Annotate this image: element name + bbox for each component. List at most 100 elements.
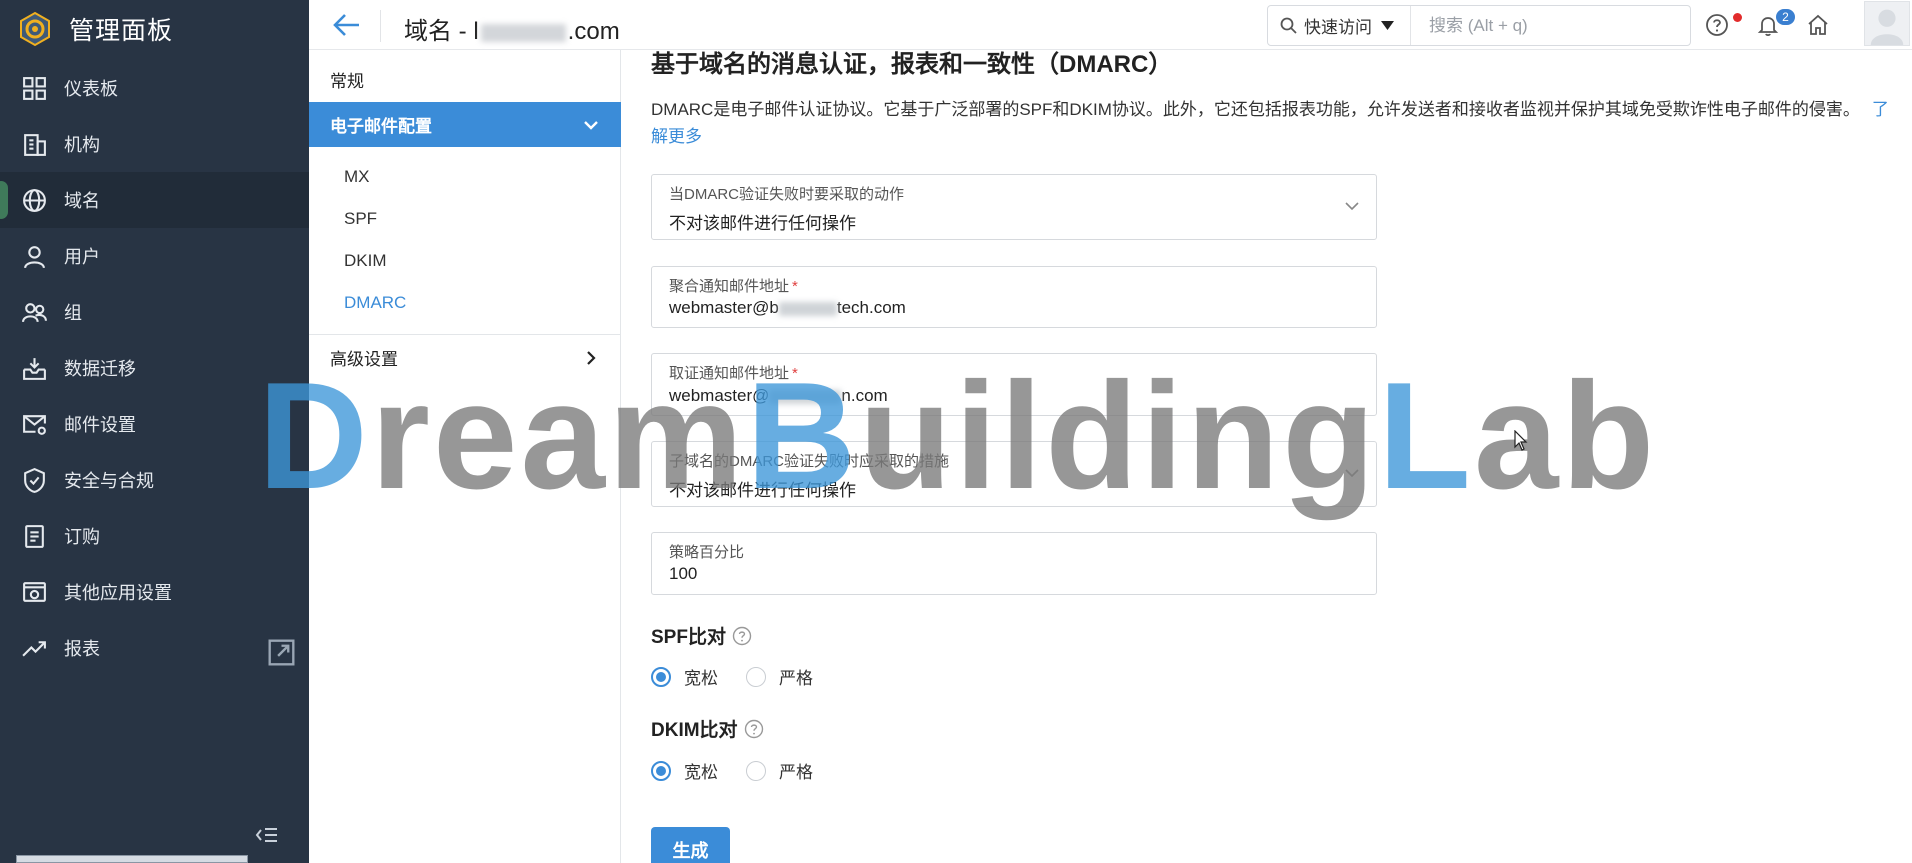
policy-percentage-field[interactable]: 策略百分比 100 bbox=[651, 532, 1377, 595]
chevron-down-icon bbox=[1345, 202, 1359, 211]
dkim-strict-radio[interactable]: 严格 bbox=[746, 758, 813, 783]
help-icon[interactable] bbox=[732, 626, 752, 646]
back-arrow-icon[interactable] bbox=[333, 12, 361, 38]
section-title-text: SPF比对 bbox=[651, 627, 726, 648]
menu-item-label: 电子邮件配置 bbox=[330, 117, 432, 136]
admin-sidebar: 管理面板 仪表板 机构 域名 用户 组 数据迁移 邮件设置 安全与合规 订购 其… bbox=[0, 0, 309, 863]
radio-button[interactable] bbox=[746, 760, 766, 781]
radio-button[interactable] bbox=[651, 760, 671, 781]
trend-icon bbox=[22, 640, 46, 657]
quick-access-label: 快速访问 bbox=[1304, 18, 1372, 37]
menu-sub-dkim[interactable]: DKIM bbox=[344, 251, 387, 271]
redacted-domain bbox=[480, 23, 566, 42]
dmarc-panel: 基于域名的消息认证，报表和一致性（DMARC） DMARC是电子邮件认证协议。它… bbox=[622, 50, 1912, 863]
dmarc-heading: 基于域名的消息认证，报表和一致性（DMARC） bbox=[651, 51, 1173, 78]
required-asterisk: * bbox=[792, 365, 798, 382]
required-asterisk: * bbox=[792, 278, 798, 295]
page-title-domain-end: .com bbox=[567, 18, 620, 45]
sidebar-item-security[interactable]: 安全与合规 bbox=[0, 452, 309, 508]
field-label: 聚合通知邮件地址 * bbox=[669, 275, 798, 296]
sidebar-item-label: 域名 bbox=[64, 191, 100, 211]
sidebar-item-subscription[interactable]: 订购 bbox=[0, 508, 309, 564]
page-title-prefix: 域名 - bbox=[404, 18, 474, 45]
help-icon[interactable] bbox=[1705, 13, 1729, 37]
menu-item-advanced[interactable]: 高级设置 bbox=[309, 335, 621, 380]
radio-label: 严格 bbox=[779, 669, 813, 688]
menu-item-label: 常规 bbox=[330, 72, 364, 91]
sidebar-item-organization[interactable]: 机构 bbox=[0, 116, 309, 172]
spf-relaxed-radio[interactable]: 宽松 bbox=[651, 664, 718, 689]
taskbar-strip bbox=[16, 855, 248, 863]
radio-label: 宽松 bbox=[684, 763, 718, 782]
search-icon bbox=[1280, 17, 1297, 34]
field-label: 取证通知邮件地址 * bbox=[669, 362, 798, 383]
search-input[interactable] bbox=[1411, 15, 1661, 36]
sidebar-item-mail-settings[interactable]: 邮件设置 bbox=[0, 396, 309, 452]
radio-label: 宽松 bbox=[684, 669, 718, 688]
shield-icon bbox=[24, 467, 45, 493]
sidebar-item-data-migration[interactable]: 数据迁移 bbox=[0, 340, 309, 396]
radio-button[interactable] bbox=[651, 666, 671, 687]
default-avatar-icon bbox=[1870, 9, 1904, 45]
chevron-down-icon bbox=[584, 121, 598, 130]
sidebar-item-label: 订购 bbox=[64, 527, 100, 547]
radio-button[interactable] bbox=[746, 666, 766, 687]
notification-count-badge: 2 bbox=[1776, 9, 1795, 25]
radio-label: 严格 bbox=[779, 763, 813, 782]
document-icon bbox=[25, 524, 44, 548]
menu-sub-dmarc[interactable]: DMARC bbox=[344, 293, 406, 313]
redacted-text bbox=[778, 301, 837, 316]
sidebar-item-users[interactable]: 用户 bbox=[0, 228, 309, 284]
domain-settings-menu: 常规 电子邮件配置 MX SPF DKIM DMARC 高级设置 bbox=[309, 50, 621, 863]
spf-strict-radio[interactable]: 严格 bbox=[746, 664, 813, 689]
sidebar-item-label: 机构 bbox=[64, 135, 100, 155]
email-prefix: webmaster@ bbox=[669, 386, 770, 405]
field-label: 子域名的DMARC验证失败时应采取的措施 bbox=[669, 453, 949, 470]
email-suffix: tech.com bbox=[836, 298, 906, 317]
user-icon bbox=[24, 245, 45, 268]
spf-alignment-title: SPF比对 bbox=[651, 622, 752, 649]
sidebar-item-groups[interactable]: 组 bbox=[0, 284, 309, 340]
menu-item-general[interactable]: 常规 bbox=[309, 57, 621, 102]
subdomain-policy-select[interactable]: 子域名的DMARC验证失败时应采取的措施 不对该邮件进行任何操作 bbox=[651, 441, 1377, 507]
generate-button[interactable]: 生成 bbox=[651, 827, 730, 863]
dashboard-icon bbox=[23, 76, 46, 100]
sidebar-brand[interactable]: 管理面板 bbox=[0, 0, 309, 57]
quick-access-dropdown[interactable]: 快速访问 bbox=[1268, 6, 1411, 45]
dkim-alignment-radio-group: 宽松 严格 bbox=[651, 758, 841, 783]
sidebar-item-domains[interactable]: 域名 bbox=[0, 172, 309, 228]
menu-item-label: 高级设置 bbox=[330, 350, 398, 369]
chevron-down-icon bbox=[1345, 469, 1359, 478]
page-title-domain-start: l bbox=[473, 18, 479, 45]
menu-sub-mx[interactable]: MX bbox=[344, 167, 370, 187]
help-icon[interactable] bbox=[744, 719, 764, 739]
sidebar-item-label: 安全与合规 bbox=[64, 471, 154, 491]
mouse-cursor-icon bbox=[1514, 430, 1528, 451]
menu-item-email-config[interactable]: 电子邮件配置 bbox=[309, 102, 621, 147]
avatar[interactable] bbox=[1864, 1, 1910, 46]
mail-settings-icon bbox=[23, 414, 46, 435]
caret-down-icon bbox=[1381, 21, 1394, 30]
help-notification-dot bbox=[1733, 13, 1742, 22]
field-value: 不对该邮件进行任何操作 bbox=[669, 214, 856, 233]
search-bar: 快速访问 bbox=[1267, 5, 1691, 46]
aggregate-email-field[interactable]: 聚合通知邮件地址 * webmaster@b tech.com bbox=[651, 266, 1377, 328]
home-icon[interactable] bbox=[1806, 13, 1830, 37]
sidebar-item-reports[interactable]: 报表 bbox=[0, 620, 309, 676]
spf-alignment-radio-group: 宽松 严格 bbox=[651, 664, 841, 689]
forensic-email-field[interactable]: 取证通知邮件地址 * webmaster@ n.com bbox=[651, 353, 1377, 416]
dmarc-policy-select[interactable]: 当DMARC验证失败时要采取的动作 不对该邮件进行任何操作 bbox=[651, 174, 1377, 240]
field-label-text: 聚合通知邮件地址 bbox=[669, 278, 790, 295]
menu-sub-spf[interactable]: SPF bbox=[344, 209, 377, 229]
sidebar-item-other-apps[interactable]: 其他应用设置 bbox=[0, 564, 309, 620]
external-link-icon[interactable] bbox=[268, 639, 295, 666]
sidebar-title: 管理面板 bbox=[69, 16, 174, 45]
dkim-relaxed-radio[interactable]: 宽松 bbox=[651, 758, 718, 783]
dkim-alignment-title: DKIM比对 bbox=[651, 715, 764, 742]
sidebar-item-label: 邮件设置 bbox=[64, 415, 136, 435]
collapse-sidebar-icon[interactable] bbox=[255, 826, 279, 844]
field-label-text: 取证通知邮件地址 bbox=[669, 365, 790, 382]
sidebar-item-dashboard[interactable]: 仪表板 bbox=[0, 60, 309, 116]
field-value: 100 bbox=[669, 564, 698, 583]
globe-icon bbox=[23, 188, 46, 212]
